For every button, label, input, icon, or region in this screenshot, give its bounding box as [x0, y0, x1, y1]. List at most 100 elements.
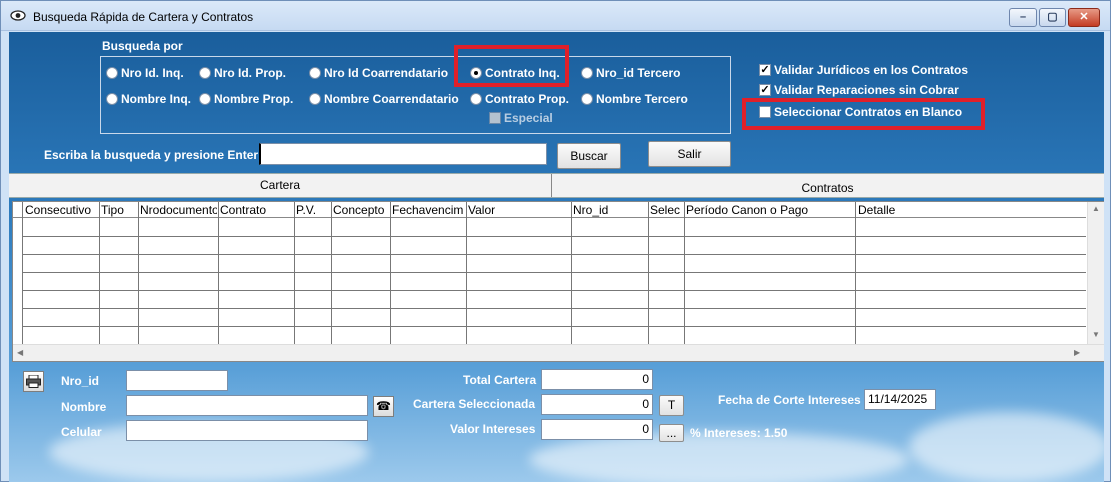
- grid-column: [99, 202, 100, 346]
- maximize-button[interactable]: ▢: [1039, 8, 1066, 27]
- nombre-label: Nombre: [61, 400, 107, 414]
- vertical-scrollbar[interactable]: ▲ ▼: [1087, 202, 1104, 344]
- column-header[interactable]: Valor: [468, 203, 568, 217]
- search-prompt-label: Escriba la busqueda y presione Enter: [44, 148, 259, 162]
- close-icon: ✕: [1079, 11, 1089, 23]
- buscar-button[interactable]: Buscar: [557, 143, 621, 169]
- valor-intereses-label: Valor Intereses: [450, 422, 536, 436]
- radio-nro-id-inq[interactable]: Nro Id. Inq.: [106, 66, 184, 80]
- scroll-right-icon[interactable]: ▶: [1074, 348, 1080, 357]
- search-input[interactable]: [259, 143, 547, 165]
- column-header[interactable]: Fechavencim: [392, 203, 465, 217]
- checkbox-box: ✓: [759, 84, 771, 96]
- column-header[interactable]: Selec: [650, 203, 683, 217]
- tab-strip: Cartera Contratos: [9, 173, 1104, 198]
- validar-reparaciones-checkbox[interactable]: ✓ Validar Reparaciones sin Cobrar: [759, 83, 959, 97]
- salir-button[interactable]: Salir: [648, 141, 731, 167]
- radio-label: Nro Id. Inq.: [121, 66, 184, 80]
- column-header[interactable]: Contrato: [220, 203, 293, 217]
- close-button[interactable]: ✕: [1068, 8, 1100, 27]
- radio-nro-id-coarrendatario[interactable]: Nro Id Coarrendatario: [309, 66, 448, 80]
- radio-contrato-prop[interactable]: Contrato Prop.: [470, 92, 569, 106]
- main-window: Busqueda Rápida de Cartera y Contratos –…: [0, 0, 1111, 482]
- more-button[interactable]: ...: [659, 424, 684, 442]
- radio-label: Nombre Tercero: [596, 92, 688, 106]
- column-header[interactable]: P.V.: [296, 203, 330, 217]
- grid-column: [331, 202, 332, 346]
- especial-checkbox[interactable]: Especial: [489, 111, 553, 125]
- column-header[interactable]: Consecutivo: [25, 203, 99, 217]
- column-header[interactable]: Nrodocumento: [140, 203, 217, 217]
- radio-label: Nombre Coarrendatario: [324, 92, 459, 106]
- celular-field[interactable]: [126, 420, 368, 441]
- horizontal-scrollbar[interactable]: ◀ ▶: [13, 344, 1104, 361]
- grid-column: [294, 202, 295, 346]
- radio-label: Nro_id Tercero: [596, 66, 681, 80]
- checkbox-label: Validar Reparaciones sin Cobrar: [774, 83, 959, 97]
- grid-column: [466, 202, 467, 346]
- highlight-seleccionar-blanco: [742, 98, 985, 130]
- radio-dot: [106, 93, 118, 105]
- radio-dot: [581, 67, 593, 79]
- radio-nro-id-tercero[interactable]: Nro_id Tercero: [581, 66, 680, 80]
- t-button[interactable]: T: [659, 395, 684, 416]
- column-header[interactable]: Tipo: [101, 203, 137, 217]
- table-row: [22, 290, 1086, 291]
- radio-nro-id-prop[interactable]: Nro Id. Prop.: [199, 66, 286, 80]
- radio-nombre-inq[interactable]: Nombre Inq.: [106, 92, 191, 106]
- grid-column: [22, 202, 23, 346]
- minimize-button[interactable]: –: [1009, 8, 1037, 27]
- radio-dot: [309, 67, 321, 79]
- radio-dot: [470, 93, 482, 105]
- radio-dot: [199, 93, 211, 105]
- column-header[interactable]: Período Canon o Pago: [686, 203, 854, 217]
- nro-id-field[interactable]: [126, 370, 228, 391]
- scroll-left-icon[interactable]: ◀: [17, 348, 23, 357]
- checkbox-box: ✓: [759, 64, 771, 76]
- checkbox-label: Validar Jurídicos en los Contratos: [774, 63, 969, 77]
- grid-column: [390, 202, 391, 346]
- scroll-down-icon[interactable]: ▼: [1092, 330, 1100, 339]
- table-row: [22, 272, 1086, 273]
- background-cloud: [909, 412, 1104, 482]
- print-button[interactable]: [23, 371, 44, 392]
- highlight-contrato-inq: [454, 45, 569, 87]
- radio-nombre-coarrendatario[interactable]: Nombre Coarrendatario: [309, 92, 459, 106]
- nombre-field[interactable]: [126, 395, 368, 416]
- radio-label: Nro Id Coarrendatario: [324, 66, 449, 80]
- maximize-icon: ▢: [1047, 11, 1058, 23]
- grid-column: [855, 202, 856, 346]
- valor-intereses-field[interactable]: 0: [541, 419, 653, 440]
- phone-icon: ☎: [376, 399, 391, 413]
- grid-column: [138, 202, 139, 346]
- printer-icon: [26, 374, 41, 388]
- total-cartera-label: Total Cartera: [463, 373, 537, 387]
- table-row: [22, 254, 1086, 255]
- validar-juridicos-checkbox[interactable]: ✓ Validar Jurídicos en los Contratos: [759, 63, 968, 77]
- title-bar[interactable]: Busqueda Rápida de Cartera y Contratos –…: [1, 1, 1110, 31]
- cartera-grid[interactable]: Consecutivo Tipo Nrodocumento Contrato P…: [12, 201, 1104, 362]
- celular-label: Celular: [61, 425, 102, 439]
- grid-column: [218, 202, 219, 346]
- checkbox-box: [489, 112, 501, 124]
- column-header[interactable]: Nro_id: [573, 203, 647, 217]
- column-header[interactable]: Detalle: [858, 203, 1078, 217]
- cartera-seleccionada-label: Cartera Seleccionada: [413, 397, 536, 411]
- scroll-up-icon[interactable]: ▲: [1092, 204, 1100, 213]
- search-group-label: Busqueda por: [102, 39, 183, 53]
- cartera-seleccionada-field[interactable]: 0: [541, 394, 653, 415]
- minimize-icon: –: [1019, 11, 1027, 23]
- table-row: [22, 308, 1086, 309]
- tab-contratos[interactable]: Contratos: [553, 177, 1102, 200]
- tab-cartera[interactable]: Cartera: [9, 174, 552, 197]
- window-title: Busqueda Rápida de Cartera y Contratos: [33, 10, 254, 24]
- phone-button[interactable]: ☎: [373, 396, 394, 417]
- grid-column: [684, 202, 685, 346]
- radio-label: Nombre Inq.: [121, 92, 192, 106]
- fecha-corte-field[interactable]: 11/14/2025: [864, 389, 936, 410]
- radio-nombre-tercero[interactable]: Nombre Tercero: [581, 92, 688, 106]
- column-header[interactable]: Concepto: [333, 203, 389, 217]
- eye-icon: [10, 10, 26, 21]
- total-cartera-field[interactable]: 0: [541, 369, 653, 390]
- radio-nombre-prop[interactable]: Nombre Prop.: [199, 92, 293, 106]
